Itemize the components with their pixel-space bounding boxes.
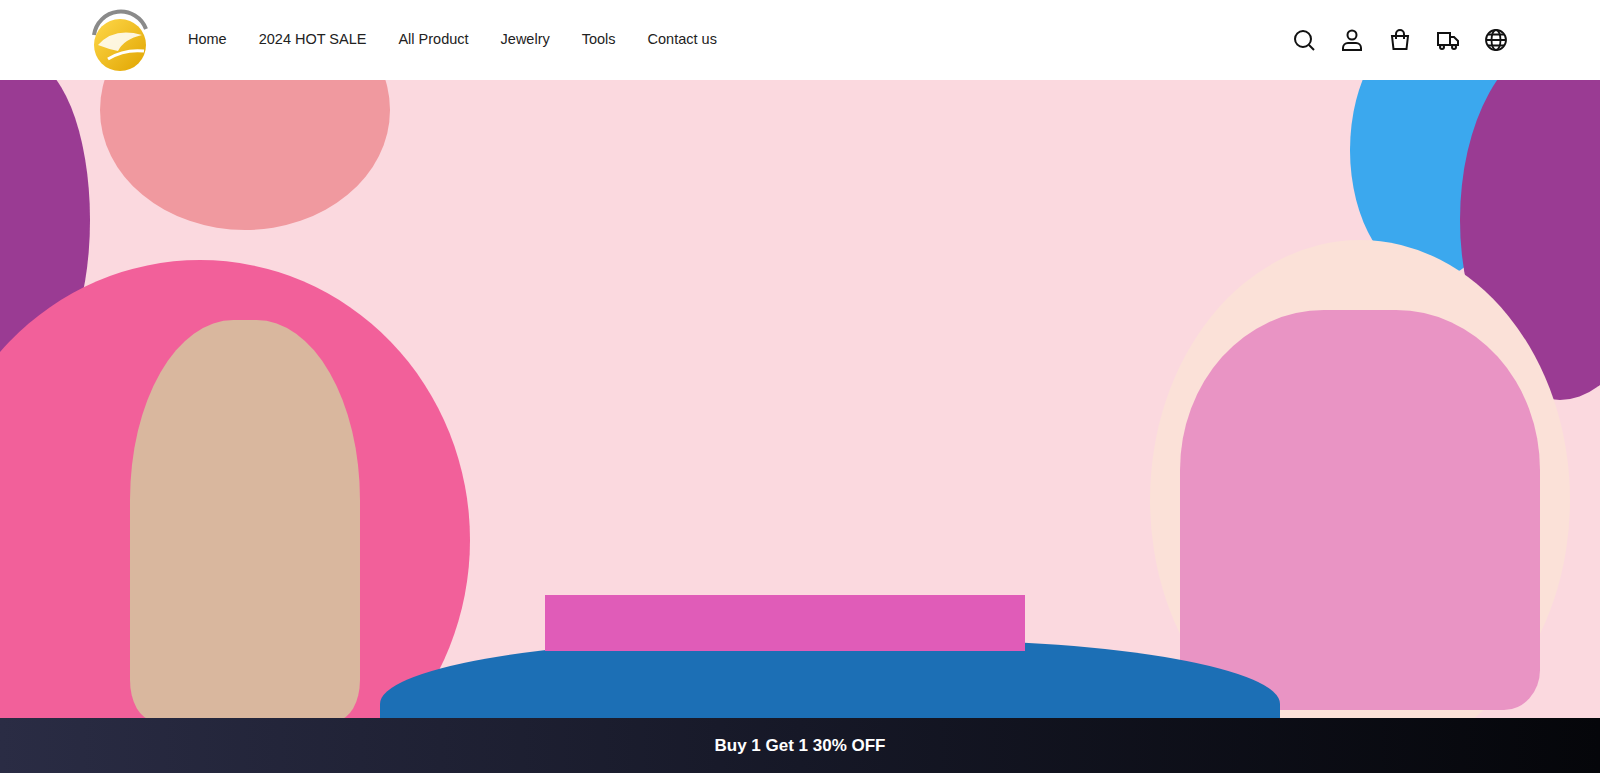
- nav-link[interactable]: Contact us: [632, 23, 733, 57]
- globe-icon[interactable]: [1484, 28, 1508, 52]
- nav-link[interactable]: Jewelry: [485, 23, 566, 57]
- announcement-text: Buy 1 Get 1 30% OFF: [715, 733, 886, 759]
- hero-banner-image[interactable]: [0, 80, 1600, 718]
- search-icon[interactable]: [1292, 28, 1316, 52]
- nav-link[interactable]: Home: [172, 23, 243, 57]
- main-nav: Home2024 HOT SALEAll ProductJewelryTools…: [172, 23, 733, 57]
- eagle-logo-icon[interactable]: [84, 5, 154, 75]
- nav-link[interactable]: Tools: [566, 23, 632, 57]
- order-tracking-icon[interactable]: [1436, 28, 1460, 52]
- account-icon[interactable]: [1340, 28, 1364, 52]
- nav-link[interactable]: All Product: [382, 23, 484, 57]
- nav-link[interactable]: 2024 HOT SALE: [243, 23, 383, 57]
- announcement-bar: Buy 1 Get 1 30% OFF: [0, 718, 1600, 773]
- cart-icon[interactable]: [1388, 28, 1412, 52]
- site-header: Home2024 HOT SALEAll ProductJewelryTools…: [0, 0, 1600, 80]
